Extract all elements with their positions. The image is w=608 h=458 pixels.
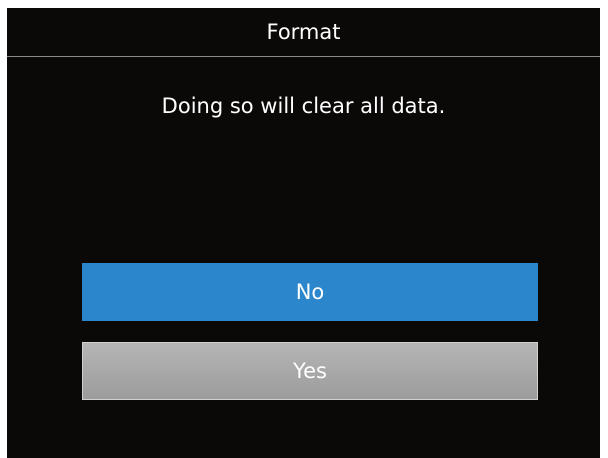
warning-message: Doing so will clear all data. [161, 94, 446, 118]
title-divider [7, 56, 600, 57]
no-button[interactable]: No [82, 263, 538, 321]
yes-button-label: Yes [293, 359, 327, 383]
no-button-label: No [295, 280, 325, 304]
format-dialog-screen: Format Doing so will clear all data. No … [7, 8, 600, 458]
yes-button[interactable]: Yes [82, 342, 538, 400]
dialog-title: Format [266, 20, 341, 44]
